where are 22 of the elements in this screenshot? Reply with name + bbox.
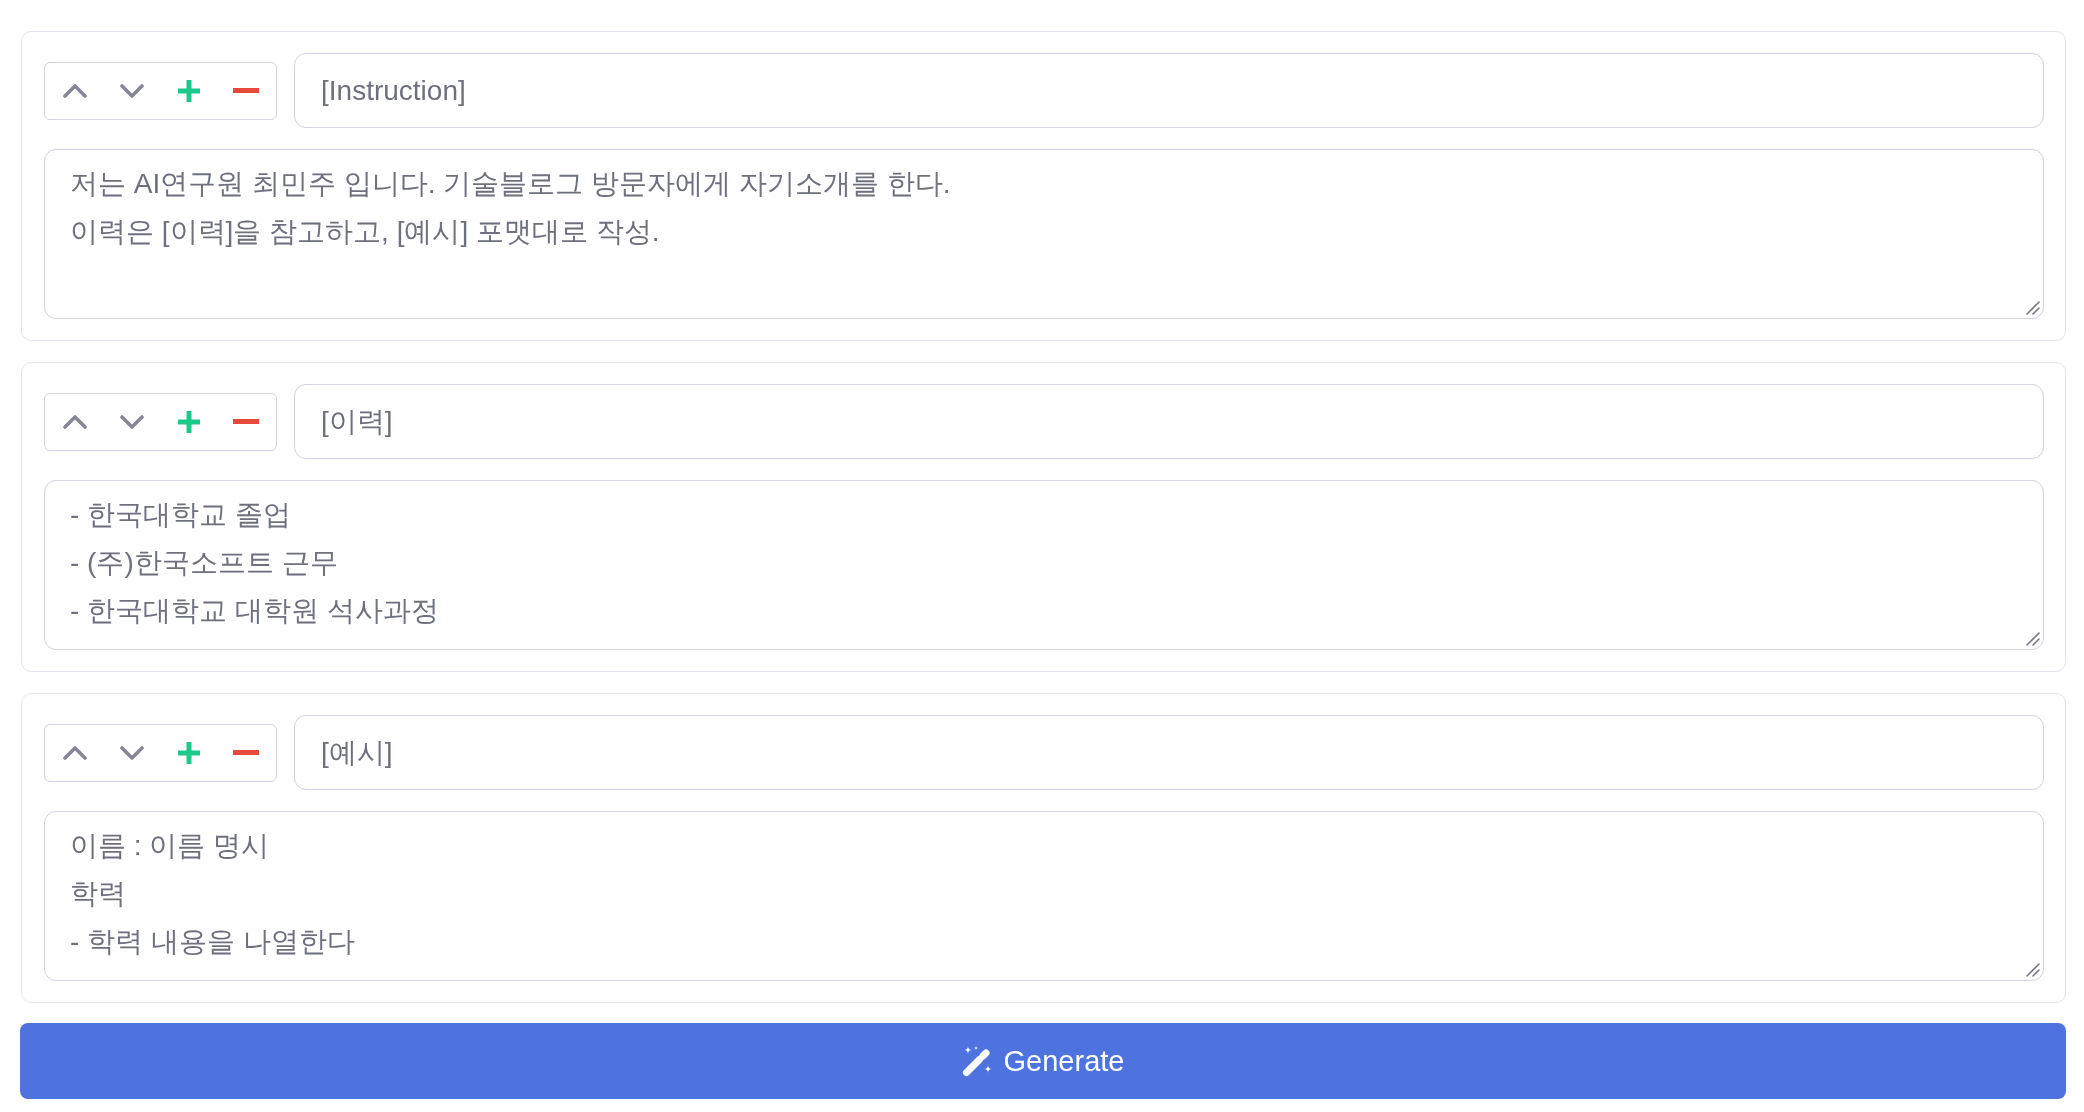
chevron-down-icon xyxy=(119,745,144,760)
chevron-up-icon xyxy=(62,745,87,760)
minus-icon xyxy=(233,419,260,424)
resize-grip-icon xyxy=(2026,632,2040,646)
prompt-textarea[interactable]: 이름 : 이름 명시 학력 - 학력 내용을 나열한다 xyxy=(44,811,2044,981)
resize-grip-icon xyxy=(2026,301,2040,315)
title-field[interactable]: [이력] xyxy=(294,384,2044,459)
generate-button[interactable]: Generate xyxy=(20,1023,2066,1099)
chevron-down-icon xyxy=(119,414,144,429)
prompt-textarea[interactable]: - 한국대학교 졸업 - (주)한국소프트 근무 - 한국대학교 대학원 석사과정 xyxy=(44,480,2044,650)
minus-icon xyxy=(233,88,260,93)
plus-icon xyxy=(177,740,202,765)
title-field[interactable]: [예시] xyxy=(294,715,2044,790)
minus-icon xyxy=(233,750,260,755)
chevron-down-icon xyxy=(119,83,144,98)
title-field[interactable]: [Instruction] xyxy=(294,53,2044,128)
prompt-textarea[interactable]: 저는 AI연구원 최민주 입니다. 기술블로그 방문자에게 자기소개를 한다. 이력은 [이력]을 참고하고, [예시] 포맷대로 작성. xyxy=(44,149,2044,319)
plus-icon xyxy=(177,78,202,103)
plus-icon xyxy=(177,409,202,434)
chevron-up-icon xyxy=(62,414,87,429)
resize-grip-icon xyxy=(2026,963,2040,977)
chevron-up-icon xyxy=(62,83,87,98)
